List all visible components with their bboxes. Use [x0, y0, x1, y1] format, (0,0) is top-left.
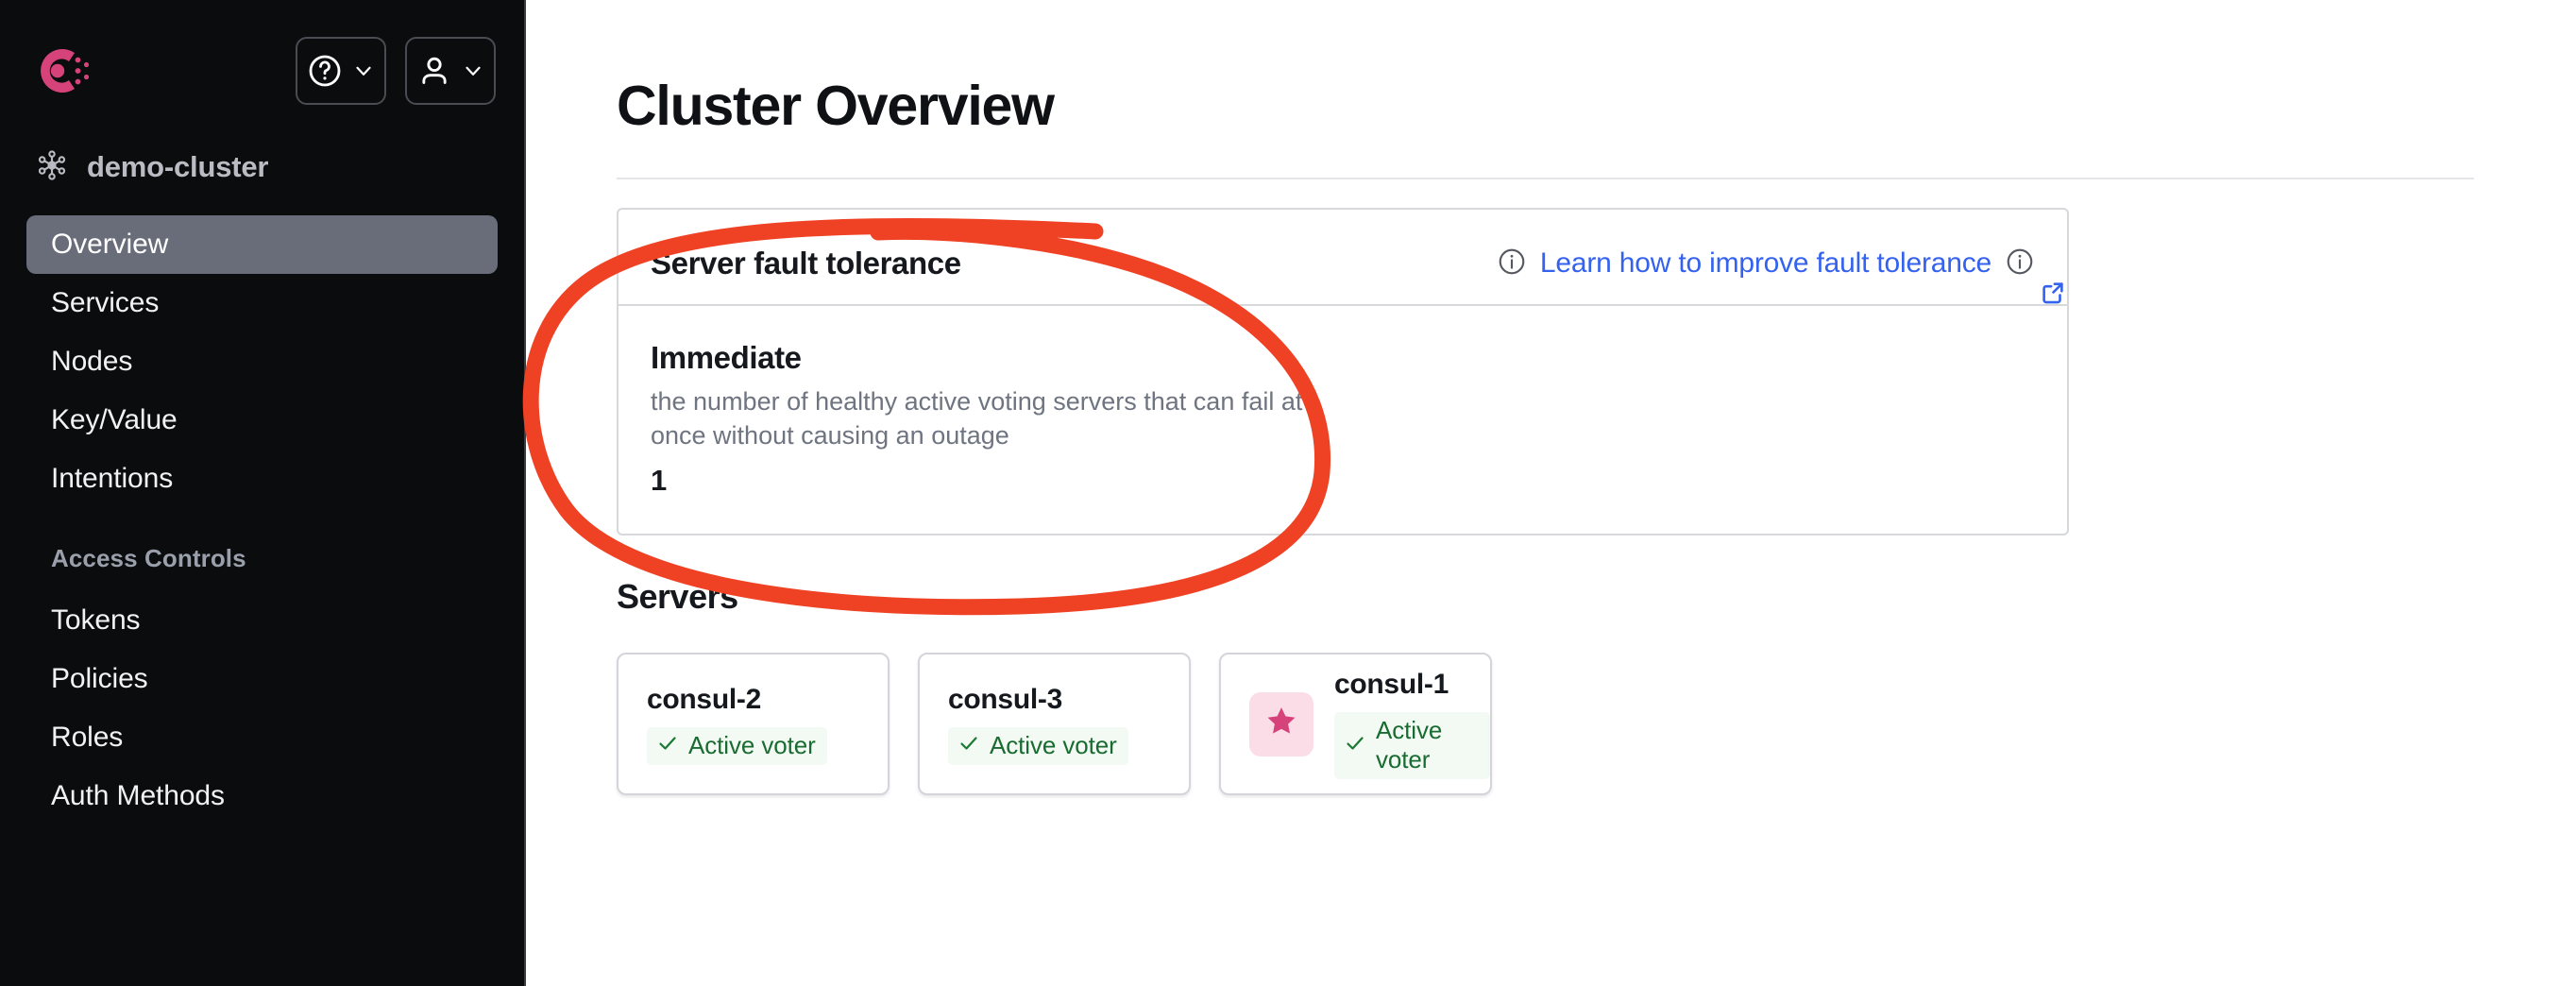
server-card-meta: consul-1 Active voter: [1334, 669, 1490, 780]
server-fault-tolerance-card: Server fault tolerance Learn how to impr…: [617, 208, 2069, 536]
sidebar-item-label: Roles: [51, 722, 124, 753]
consul-logo-icon[interactable]: [33, 42, 92, 100]
info-circle-icon[interactable]: [1497, 246, 1527, 281]
sidebar-item-label: Tokens: [51, 604, 141, 636]
sidebar-item-tokens[interactable]: Tokens: [26, 591, 498, 650]
server-name: consul-2: [647, 683, 761, 715]
leader-badge: [1249, 691, 1313, 756]
status-badge: Active voter: [948, 726, 1128, 765]
servers-heading: Servers: [617, 577, 738, 617]
fault-tolerance-metric-label: Immediate: [651, 340, 802, 375]
question-circle-icon: [306, 52, 344, 90]
server-card-meta: consul-2 Active voter: [647, 684, 827, 765]
server-card[interactable]: consul-3 Active voter: [918, 653, 1191, 796]
sidebar-item-policies[interactable]: Policies: [26, 650, 498, 708]
sidebar-item-intentions[interactable]: Intentions: [26, 450, 498, 508]
sidebar-item-label: Key/Value: [51, 404, 178, 435]
sidebar-nav-access-controls: Tokens Policies Roles Auth Methods: [0, 591, 524, 825]
sidebar-item-label: Services: [51, 287, 160, 318]
sidebar-nav: Overview Services Nodes Key/Value Intent…: [0, 195, 524, 508]
fault-tolerance-body: Immediate the number of healthy active v…: [619, 306, 2067, 534]
sidebar-item-overview[interactable]: Overview: [26, 215, 498, 274]
server-name: consul-1: [1334, 669, 1449, 701]
status-badge-label: Active voter: [990, 730, 1117, 759]
sidebar: demo-cluster Overview Services Nodes Key…: [0, 0, 526, 986]
title-divider: [617, 178, 2474, 179]
external-link-icon[interactable]: [2039, 279, 2067, 312]
sidebar-item-label: Intentions: [51, 463, 174, 494]
info-circle-icon[interactable]: [2005, 246, 2035, 281]
status-badge-label: Active voter: [688, 730, 816, 759]
servers-list: consul-2 Active voter consul-3 Active vo…: [526, 617, 2576, 796]
help-menu-button[interactable]: [296, 37, 386, 105]
sidebar-item-roles[interactable]: Roles: [26, 708, 498, 767]
page-title: Cluster Overview: [617, 75, 1055, 137]
status-badge: Active voter: [647, 726, 827, 765]
sidebar-item-label: Overview: [51, 229, 169, 260]
fault-tolerance-metric-value: 1: [651, 464, 668, 498]
server-card-meta: consul-3 Active voter: [948, 684, 1128, 765]
user-icon: [415, 52, 453, 90]
learn-fault-tolerance-link[interactable]: Learn how to improve fault tolerance: [1540, 247, 1991, 280]
sidebar-item-auth-methods[interactable]: Auth Methods: [26, 767, 498, 825]
sidebar-header-actions: [296, 37, 498, 105]
server-name: consul-3: [948, 683, 1062, 715]
sidebar-header: [0, 0, 524, 113]
app-root: demo-cluster Overview Services Nodes Key…: [0, 0, 2576, 986]
cluster-network-icon: [36, 149, 68, 186]
sidebar-item-label: Nodes: [51, 346, 133, 377]
fault-tolerance-title: Server fault tolerance: [651, 246, 961, 280]
cluster-selector[interactable]: demo-cluster: [0, 113, 524, 195]
check-icon: [1344, 732, 1366, 759]
star-icon: [1263, 703, 1300, 745]
fault-tolerance-header: Server fault tolerance Learn how to impr…: [619, 210, 2067, 303]
sidebar-item-key-value[interactable]: Key/Value: [26, 391, 498, 450]
main-content: Cluster Overview Server fault tolerance …: [526, 0, 2576, 986]
check-icon: [958, 732, 980, 759]
sidebar-section-access-controls: Access Controls: [51, 544, 246, 572]
server-card[interactable]: consul-1 Active voter: [1219, 653, 1492, 796]
user-menu-button[interactable]: [405, 37, 496, 105]
sidebar-item-label: Auth Methods: [51, 780, 225, 811]
status-badge-label: Active voter: [1376, 716, 1443, 774]
cluster-name-label: demo-cluster: [87, 150, 269, 183]
status-badge: Active voter: [1334, 712, 1490, 780]
fault-tolerance-metric-description: the number of healthy active voting serv…: [651, 387, 1303, 450]
sidebar-item-nodes[interactable]: Nodes: [26, 332, 498, 391]
sidebar-item-label: Policies: [51, 663, 148, 694]
chevron-down-icon: [461, 59, 485, 83]
server-card[interactable]: consul-2 Active voter: [617, 653, 890, 796]
sidebar-item-services[interactable]: Services: [26, 274, 498, 332]
fault-tolerance-header-actions: Learn how to improve fault tolerance: [1497, 246, 2063, 303]
check-icon: [656, 732, 679, 759]
chevron-down-icon: [351, 59, 376, 83]
